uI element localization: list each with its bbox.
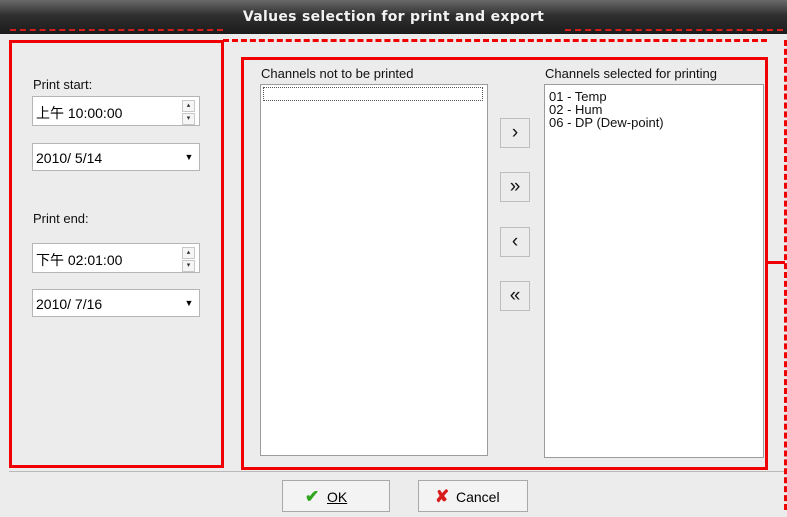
checkmark-icon: ✔ xyxy=(305,487,320,506)
spin-up-icon[interactable]: ▴ xyxy=(182,247,195,259)
print-start-date-picker[interactable]: 2010/ 5/14 ▼ xyxy=(32,143,200,171)
print-end-time-spinner[interactable]: 下午 02:01:00 ▴ ▾ xyxy=(32,243,200,273)
print-end-date-value: 2010/ 7/16 xyxy=(36,296,103,312)
add-all-channels-button[interactable]: » xyxy=(500,172,530,202)
cancel-button[interactable]: ✘ Cancel xyxy=(418,480,528,512)
print-start-time-spinner[interactable]: 上午 10:00:00 ▴ ▾ xyxy=(32,96,200,126)
not-printed-list-label: Channels not to be printed xyxy=(261,66,414,81)
focus-rectangle xyxy=(263,87,483,101)
print-start-time-value: 上午 10:00:00 xyxy=(36,105,123,121)
spin-down-icon[interactable]: ▾ xyxy=(182,260,195,272)
ok-button-label: OK xyxy=(327,489,348,505)
chevron-down-icon[interactable]: ▼ xyxy=(182,149,196,165)
selected-list-label: Channels selected for printing xyxy=(545,66,717,81)
title-bar-dashed-underline xyxy=(10,29,223,31)
spin-down-icon[interactable]: ▾ xyxy=(182,113,195,125)
add-channel-button[interactable]: › xyxy=(500,118,530,148)
remove-channel-button[interactable]: ‹ xyxy=(500,227,530,257)
time-spin-buttons: ▴ ▾ xyxy=(182,100,195,125)
list-item[interactable]: 06 - DP (Dew-point) xyxy=(545,116,763,129)
print-start-label: Print start: xyxy=(33,77,93,92)
spin-up-icon[interactable]: ▴ xyxy=(182,100,195,112)
cancel-button-label: Cancel xyxy=(456,489,500,505)
ok-button[interactable]: ✔ OK xyxy=(282,480,390,512)
print-start-date-value: 2010/ 5/14 xyxy=(36,150,103,166)
close-icon: ✘ xyxy=(435,487,450,506)
title-bar-dashed-underline-right xyxy=(565,29,783,31)
print-end-label: Print end: xyxy=(33,211,89,226)
print-end-time-value: 下午 02:01:00 xyxy=(36,252,123,268)
time-spin-buttons: ▴ ▾ xyxy=(182,247,195,272)
footer-separator xyxy=(9,471,784,472)
not-printed-channels-list[interactable] xyxy=(260,84,488,456)
window-title: Values selection for print and export xyxy=(242,9,545,25)
selected-channels-list[interactable]: 01 - Temp 02 - Hum 06 - DP (Dew-point) xyxy=(544,84,764,458)
print-end-date-picker[interactable]: 2010/ 7/16 ▼ xyxy=(32,289,200,317)
title-bar: Values selection for print and export xyxy=(0,0,787,34)
highlight-dashed-top xyxy=(223,39,767,42)
remove-all-channels-button[interactable]: « xyxy=(500,281,530,311)
chevron-down-icon[interactable]: ▼ xyxy=(182,295,196,311)
highlight-connector xyxy=(767,261,785,264)
